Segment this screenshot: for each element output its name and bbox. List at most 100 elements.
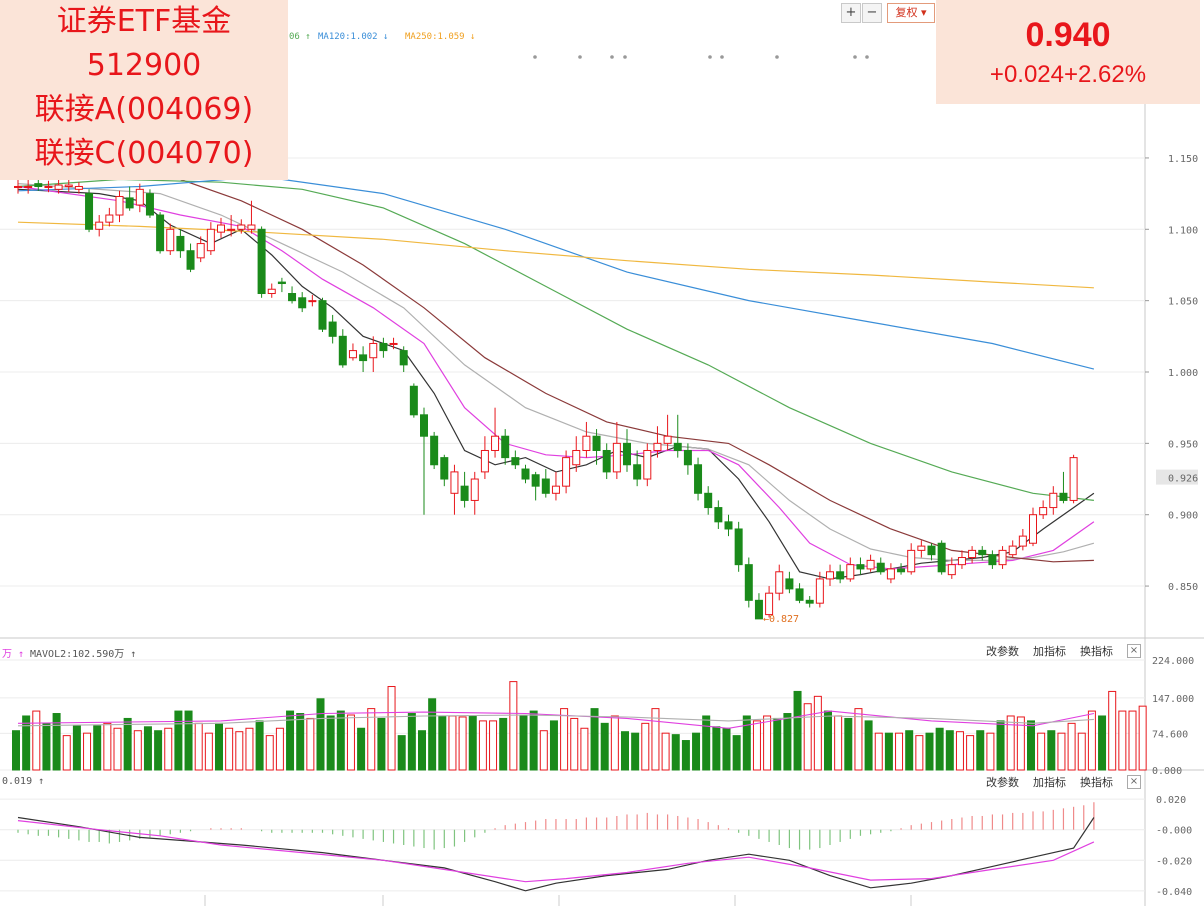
volume-bar [83,732,92,771]
volume-bar [793,690,802,771]
volume-bar [1108,690,1117,771]
volume-bar [326,715,335,771]
volume-bar [763,715,772,771]
candle-body [846,564,855,580]
candle-body [988,554,997,566]
volume-bar [631,732,640,771]
signal-dot [623,55,627,59]
zoom-out-button[interactable]: − [862,3,882,23]
candle-body [775,571,784,594]
candle-body [298,297,307,309]
volume-bar [93,725,102,771]
candle-body [328,321,337,337]
volume-bar [783,713,792,771]
volume-bar [62,735,71,771]
volume-bar [925,732,934,771]
fund-title-box: 证券ETF基金 512900 联接A(004069) 联接C(004070) [0,0,288,180]
volume-change-params-button[interactable]: 改参数 [986,643,1019,659]
macd-close-icon[interactable]: × [1127,775,1141,789]
volume-add-indicator-button[interactable]: 加指标 [1033,643,1066,659]
volume-bar [225,727,234,771]
candle-body [633,464,642,480]
candle-body [531,474,540,487]
candle-body [886,568,895,580]
volume-bar [72,725,81,771]
candle-body [14,185,22,188]
volume-bar [955,731,964,771]
volume-bar [945,730,954,771]
candle-body [267,288,276,295]
macd-add-indicator-button[interactable]: 加指标 [1033,774,1066,790]
volume-bar [52,713,61,771]
price-tick-label: 1.000 [1168,368,1198,379]
min-price-annotation: ←0.827 [763,614,799,625]
volume-bar [1098,715,1107,771]
price-tick-label: 1.100 [1168,225,1198,236]
volume-bar [204,732,213,771]
volume-bar [387,686,396,771]
volume-bar [123,717,132,771]
volume-bar [499,717,508,771]
candle-body [399,350,408,366]
volume-bar [986,732,995,771]
signal-dot [853,55,857,59]
volume-bar [1067,722,1076,771]
candle-body [592,435,601,451]
candle-body [389,342,398,345]
macd-change-params-button[interactable]: 改参数 [986,774,1019,790]
candle-body [470,478,479,501]
candle-body [74,185,83,190]
price-box: 0.940 +0.024+2.62% [936,0,1200,104]
candle-body [54,184,63,190]
candle-body [998,549,1007,566]
signal-dot [708,55,712,59]
candle-body [947,564,956,576]
candle-body [480,449,489,473]
volume-bar [509,681,518,771]
volume-bar [265,735,274,771]
volume-bar [194,722,203,771]
candle-body [643,449,652,480]
current-price: 0.940 [1025,16,1111,54]
candle-body [957,557,966,566]
candle-body [937,542,946,573]
candle-body [145,193,154,216]
volume-bar [671,734,680,771]
volume-bar [702,715,711,771]
macd-tick-label: 0.020 [1156,795,1186,806]
volume-bar [976,730,985,771]
volume-bar [428,698,437,771]
candle-body [1008,545,1017,556]
candle-body [338,335,347,366]
zoom-in-button[interactable]: + [841,3,861,23]
volume-bar [12,730,20,771]
volume-bar [712,726,721,771]
candle-body [227,228,236,231]
candle-body [724,521,733,530]
volume-close-icon[interactable]: × [1127,644,1141,658]
adjust-price-dropdown[interactable]: 复权 ▾ [887,3,935,23]
volume-bar [296,713,305,771]
candle-body [694,464,703,494]
ma250-line [17,221,1094,289]
volume-bar [590,708,599,771]
signal-dot [533,55,537,59]
ma60-legend: 06 ↑ [289,32,311,42]
price-change: +0.024+2.62% [989,61,1147,88]
candle-body [460,485,469,501]
candle-body [156,214,165,252]
price-tick-label: 0.950 [1168,439,1198,450]
volume-bar [844,717,853,771]
ma250-legend: MA250:1.059 ↓ [405,32,476,42]
volume-bar [560,708,569,771]
signal-dot [578,55,582,59]
candle-body [907,549,916,573]
volume-bar [407,713,416,771]
macd-tick-label: -0.020 [1156,856,1192,867]
volume-bar [1118,710,1127,771]
macd-switch-indicator-button[interactable]: 换指标 [1080,774,1113,790]
volume-switch-indicator-button[interactable]: 换指标 [1080,643,1113,659]
candle-body [734,528,743,566]
candle-body [247,224,256,230]
volume-bar [336,710,345,771]
